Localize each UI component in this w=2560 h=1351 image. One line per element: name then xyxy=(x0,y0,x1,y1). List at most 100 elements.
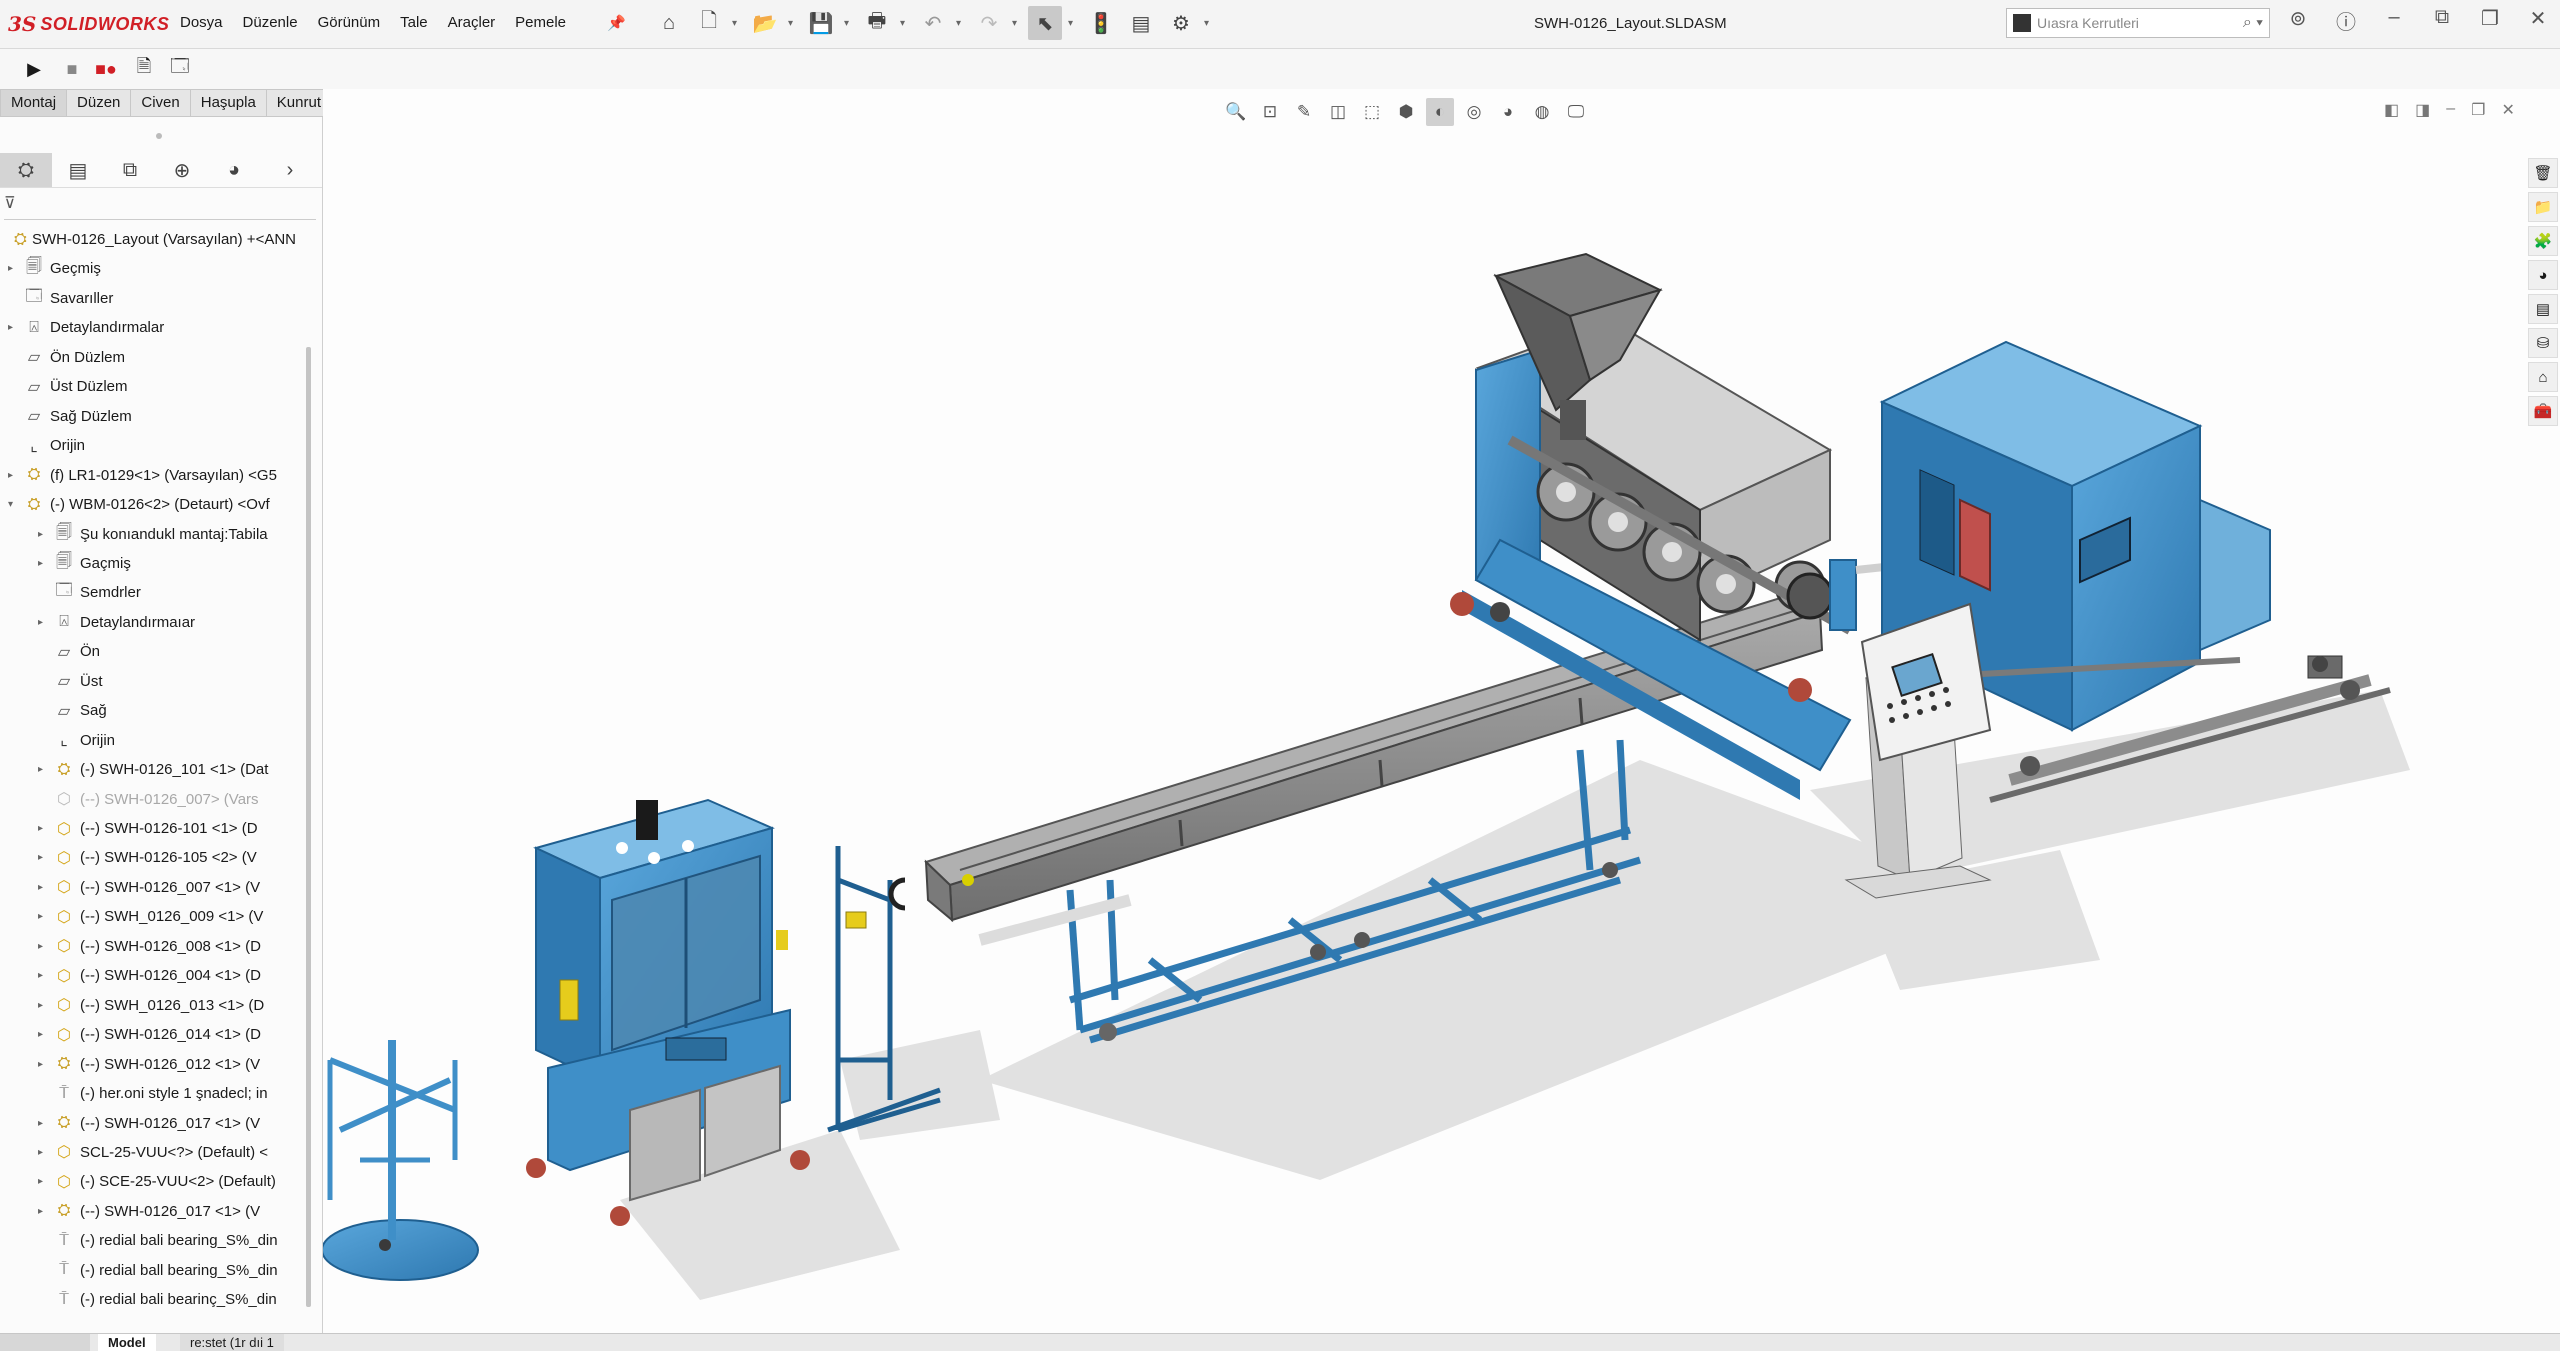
tree-row[interactable]: ▱ Ön Düzlem xyxy=(8,343,300,372)
zoom-to-fit-icon[interactable]: 🔍 xyxy=(1222,98,1250,126)
solidworks-resources-icon[interactable]: 🗑 xyxy=(2528,158,2558,188)
design-library-icon[interactable]: 📁 xyxy=(2528,192,2558,222)
menu-edit[interactable]: Düzenle xyxy=(243,14,298,31)
edit-appearance-icon[interactable]: ◕ xyxy=(1494,98,1522,126)
rebuild-icon[interactable]: 🚦 xyxy=(1084,6,1118,40)
appearances-icon[interactable]: ▤ xyxy=(2528,294,2558,324)
open-folder-icon[interactable]: 📂 xyxy=(748,6,782,40)
tree-row[interactable]: ▸ ⬡ (--) SWH-0126-105 <2> (V xyxy=(38,843,300,872)
expand-arrow-icon[interactable]: ▸ xyxy=(38,1147,52,1158)
tree-row[interactable]: ▸ ⬡ (--) SWH-0126_007 <1> (V xyxy=(38,873,300,902)
select-cursor-icon[interactable]: ⬉ xyxy=(1028,6,1062,40)
tree-row[interactable]: ▸ ⬡ (--) SWH-0126-101 <1> (D xyxy=(38,814,300,843)
tree-row[interactable]: ▸ ⬡ SCL-25-VUU<?> (Default) < xyxy=(38,1138,300,1167)
search-commands-box[interactable]: Uıasra Kerrutleri ⌕ ▾ xyxy=(2006,8,2270,38)
spool-stand[interactable] xyxy=(323,1040,479,1281)
pin-menu-icon[interactable]: 📌 xyxy=(607,14,626,32)
expand-arrow-icon[interactable]: ▸ xyxy=(38,970,52,981)
edit-macro-icon[interactable]: 🗎 xyxy=(130,55,158,83)
expand-arrow-icon[interactable]: ▸ xyxy=(38,1000,52,1011)
dimxpert-manager-icon[interactable]: ⊕ xyxy=(156,153,208,187)
tree-filter-bar[interactable]: ⊽ xyxy=(4,193,316,220)
tree-row[interactable]: ▸ ⬡ (--) SWH-0126_004 <1> (D xyxy=(38,961,300,990)
file-explorer-icon[interactable]: 🧩 xyxy=(2528,226,2558,256)
tree-row[interactable]: ▱ Sağ Düzlem xyxy=(8,402,300,431)
tree-row[interactable]: ▱ Üst Düzlem xyxy=(8,372,300,401)
menu-tools[interactable]: Araçler xyxy=(448,14,496,31)
save-icon[interactable]: 💾 xyxy=(804,6,838,40)
expand-arrow-icon[interactable]: ▸ xyxy=(38,823,52,834)
tree-row[interactable]: ▸ ⛭ (f) LR1-0129<1> (Varsayılan) <G5 xyxy=(8,461,300,490)
tree-row[interactable]: ▸ ⍓ Detaylandırmaıar xyxy=(38,608,300,637)
expand-arrow-icon[interactable]: ▸ xyxy=(38,1206,52,1217)
tree-row[interactable]: ▱ Sağ xyxy=(38,696,300,725)
expand-arrow-icon[interactable]: ▸ xyxy=(8,263,22,274)
solidworks-logo[interactable]: 3S SOLIDWORKS xyxy=(8,11,169,37)
expand-arrow-icon[interactable]: ▸ xyxy=(38,1029,52,1040)
expand-panel-chevron-icon[interactable]: › xyxy=(260,153,320,187)
graphics-area[interactable]: 🔍 ⊡ ✎ ◫ ⬚ ⬢ ◐ ◎ ◕ ◍ 🖵 ◧ ◨ – ❐ ✕ 🗑 📁 🧩 ◕ … xyxy=(323,89,2560,1333)
tree-row[interactable]: ▱ Üst xyxy=(38,667,300,696)
viewport-minimize-icon[interactable]: – xyxy=(2446,100,2455,120)
expand-arrow-icon[interactable]: ▸ xyxy=(8,470,22,481)
property-manager-icon[interactable]: ▤ xyxy=(52,153,104,187)
view-orientation-icon[interactable]: ⬢ xyxy=(1392,98,1420,126)
configuration-manager-icon[interactable]: ⧉ xyxy=(104,153,156,187)
help-icon[interactable]: ⓘ xyxy=(2328,6,2364,35)
tree-row[interactable]: ▸ ⬡ (--) SWH-0126_014 <1> (D xyxy=(38,1020,300,1049)
hide-show-items-icon[interactable]: ◎ xyxy=(1460,98,1488,126)
tree-row[interactable]: 🗔 Semdrler xyxy=(38,578,300,607)
expand-arrow-icon[interactable]: ▸ xyxy=(38,852,52,863)
tree-row[interactable]: ▸ 🗐 Geçmiş xyxy=(8,254,300,283)
menu-insert[interactable]: Tale xyxy=(400,14,428,31)
tab-assembly[interactable]: Montaj xyxy=(0,89,68,117)
new-document-icon[interactable]: 🗋 xyxy=(692,6,726,40)
tab-scroll-arrows[interactable] xyxy=(0,1334,90,1351)
redo-dropdown-icon[interactable]: ▾ xyxy=(1012,18,1022,29)
tree-row[interactable]: ▸ ⛭ (-) SWH-0126_101 <1> (Dat xyxy=(38,755,300,784)
save-dropdown-icon[interactable]: ▾ xyxy=(844,18,854,29)
tree-row[interactable]: ▱ Ön xyxy=(38,637,300,666)
tree-row[interactable]: ▸ ⛭ (--) SWH-0126_012 <1> (V xyxy=(38,1050,300,1079)
tree-row[interactable]: ⍑ (-) redial bali bearing_S%_din xyxy=(38,1226,300,1255)
dynamic-annotation-icon[interactable]: ⬚ xyxy=(1358,98,1386,126)
menu-view[interactable]: Görünüm xyxy=(318,14,381,31)
panel-toggle-icon[interactable]: ◨ xyxy=(2415,100,2430,120)
tree-row[interactable]: ⌞ Orijin xyxy=(38,726,300,755)
stop-icon[interactable]: ■ xyxy=(58,55,86,83)
expand-arrow-icon[interactable]: ▸ xyxy=(38,911,52,922)
previous-view-icon[interactable]: ✎ xyxy=(1290,98,1318,126)
tree-row[interactable]: ▸ ⬡ (--) SWH_0126_009 <1> (V xyxy=(38,902,300,931)
section-view-icon[interactable]: ◫ xyxy=(1324,98,1352,126)
expand-arrow-icon[interactable]: ▸ xyxy=(38,1059,52,1070)
menu-window[interactable]: Pemele xyxy=(515,14,566,31)
print-dropdown-icon[interactable]: ▾ xyxy=(900,18,910,29)
tree-row[interactable]: ▸ ⬡ (-) SCE-25-VUU<2> (Default) xyxy=(38,1167,300,1196)
tab-motion-study[interactable]: re:stet (1r dıi 1 xyxy=(180,1334,284,1351)
record-icon[interactable]: ■● xyxy=(92,55,120,83)
print-icon[interactable]: 🖶 xyxy=(860,6,894,40)
feature-manager-tree-icon[interactable]: ⛭ xyxy=(0,153,52,187)
expand-arrow-icon[interactable]: ▸ xyxy=(38,1118,52,1129)
tree-scrollbar[interactable] xyxy=(306,347,311,1307)
assembly-3d-view[interactable] xyxy=(323,89,2560,1333)
expand-arrow-icon[interactable]: ▸ xyxy=(38,941,52,952)
collapse-arrow-icon[interactable]: ▾ xyxy=(8,499,22,510)
tree-row[interactable]: ⬡ (--) SWH-0126_007> (Vars xyxy=(38,785,300,814)
restore-icon[interactable]: ❐ xyxy=(2472,6,2508,35)
expand-arrow-icon[interactable]: ▸ xyxy=(38,617,52,628)
file-properties-icon[interactable]: ▤ xyxy=(1124,6,1158,40)
search-icon[interactable]: ⌕ ▾ xyxy=(2243,14,2263,32)
tree-row[interactable]: ▸ 🗐 Gaçmiş xyxy=(38,549,300,578)
custom-properties-icon[interactable]: ⛁ xyxy=(2528,328,2558,358)
undo-icon[interactable]: ↶ xyxy=(916,6,950,40)
tree-row[interactable]: ⍑ (-) redial bali bearinç_S%_din xyxy=(38,1285,300,1314)
menu-file[interactable]: Dosya xyxy=(180,14,223,31)
options-gear-icon[interactable]: ⚙ xyxy=(1164,6,1198,40)
tree-row[interactable]: ▸ ⛭ (--) SWH-0126_017 <1> (V xyxy=(38,1109,300,1138)
expand-arrow-icon[interactable]: ▸ xyxy=(38,529,52,540)
display-manager-icon[interactable]: ◕ xyxy=(208,153,260,187)
tree-row[interactable]: ▾ ⛭ (-) WBM-0126<2> (Detaurt) <Ovf xyxy=(8,490,300,519)
minimize-icon[interactable]: – xyxy=(2376,6,2412,35)
tree-row[interactable]: ⍑ (-) redial ball bearing_S%_din xyxy=(38,1256,300,1285)
